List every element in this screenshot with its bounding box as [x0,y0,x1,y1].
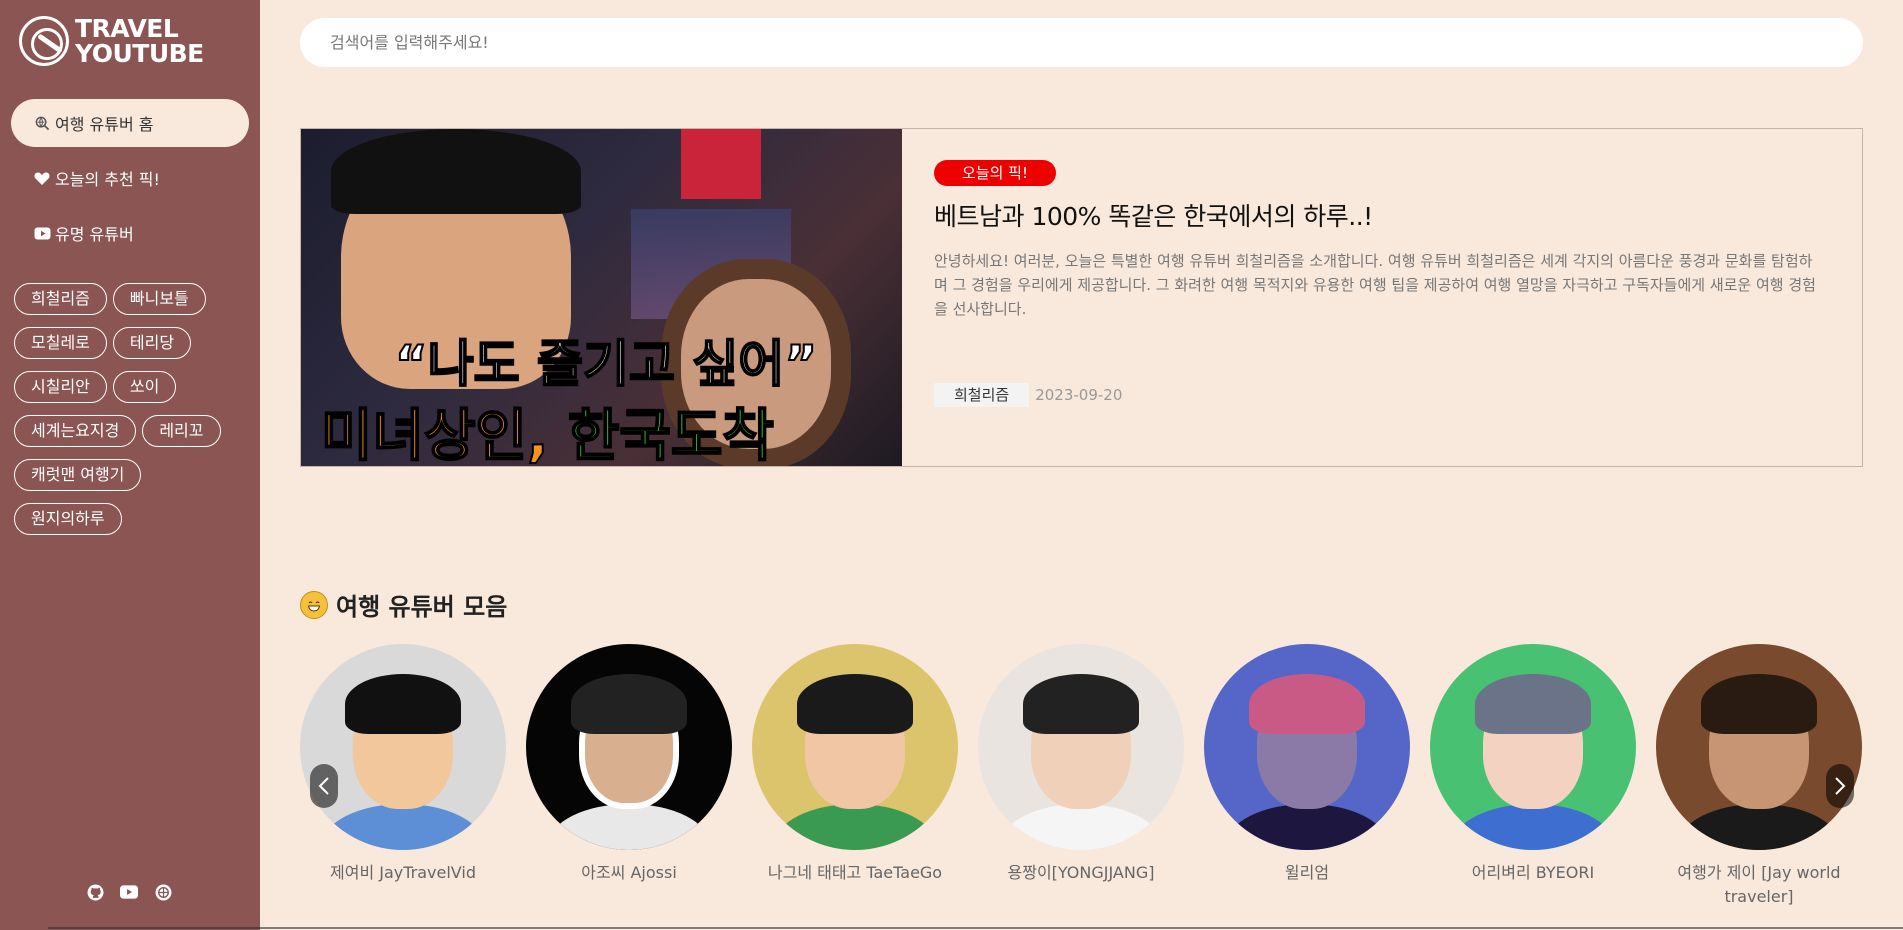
featured-meta: 희철리즘 2023-09-20 [934,383,1122,407]
github-icon[interactable] [86,883,104,901]
logo-line-2: YOUTUBE [75,39,204,68]
featured-video-card[interactable]: “나도 즐기고 싶어” 미녀상인, 한국도착 오늘의 픽! 베트남과 100% … [300,128,1863,467]
nav-item-label: 유명 유튜버 [55,225,134,244]
youtuber-card[interactable]: 윌리엄 [1204,644,1410,885]
youtuber-card[interactable]: 어리벼리 BYEORI [1430,644,1636,885]
tag-chip[interactable]: 희철리즘 [14,283,107,315]
channel-badge[interactable]: 희철리즘 [934,383,1030,407]
featured-thumbnail[interactable]: “나도 즐기고 싶어” 미녀상인, 한국도착 [301,129,902,466]
sidebar: TRAVEL YOUTUBE 여행 유튜버 홈 오늘의 추천 픽! 유명 유튜버… [0,0,260,930]
featured-description: 안녕하세요! 여러분, 오늘은 특별한 여행 유튜버 희철리즘을 소개합니다. … [934,252,1816,318]
avatar [526,644,732,850]
youtube-icon[interactable] [120,883,138,901]
thumb-caption-2a: 미녀상인, [320,403,568,466]
youtube-icon [33,227,51,240]
youtuber-card[interactable]: 나그네 태태고 TaeTaeGo [752,644,958,885]
nav-item-famous[interactable]: 유명 유튜버 [11,209,249,257]
avatar [1430,644,1636,850]
globe-icon[interactable] [154,883,172,901]
nav-item-today-pick[interactable]: 오늘의 추천 픽! [11,154,249,202]
tag-chip[interactable]: 원지의하루 [14,503,122,535]
youtuber-carousel: 제여비 JayTravelVid 아조씨 Ajossi 나그네 태태고 TaeT… [300,644,1863,924]
youtuber-card[interactable]: 아조씨 Ajossi [526,644,732,885]
thumb-caption-1: “나도 즐기고 싶어” [394,334,819,394]
youtuber-card[interactable]: 제여비 JayTravelVid [300,644,506,885]
tag-chip[interactable]: 레리꼬 [142,415,221,447]
avatar [752,644,958,850]
nav-item-label: 여행 유튜버 홈 [55,115,154,134]
thumb-caption-2: 미녀상인, 한국도착 [320,391,775,466]
avatar [300,644,506,850]
logo-line-1: TRAVEL [75,14,179,43]
tag-chip[interactable]: 캐럿맨 여행기 [14,459,142,491]
sidebar-nav: 여행 유튜버 홈 오늘의 추천 픽! 유명 유튜버 [11,99,249,264]
tag-chip[interactable]: 테리당 [112,327,192,359]
tag-chip[interactable]: 모칠레로 [14,327,107,359]
search-globe-icon [33,116,51,131]
bottom-divider [48,927,1903,929]
tag-chip[interactable]: 세계는요지경 [14,415,137,447]
youtuber-tag-list: 희철리즘 빠니보틀 모칠레로 테리당 시칠리안 쏘이 세계는요지경 레리꼬 캐럿… [14,283,254,535]
youtuber-name: 용짱이[YONGJJANG] [1007,863,1155,882]
youtuber-name: 나그네 태태고 TaeTaeGo [767,863,943,882]
heart-icon [33,171,51,186]
youtuber-name: 여행가 제이 [Jay world traveler] [1677,863,1841,906]
featured-title[interactable]: 베트남과 100% 똑같은 한국에서의 하루..! [934,197,1830,233]
section-title: 여행 유튜버 모음 [300,587,507,622]
nav-item-label: 오늘의 추천 픽! [55,170,160,189]
logo-text: TRAVEL YOUTUBE [75,16,204,66]
youtuber-name: 윌리엄 [1284,863,1330,882]
avatar [978,644,1184,850]
avatar [1656,644,1862,850]
logo[interactable]: TRAVEL YOUTUBE [19,16,204,66]
thumb-sign [681,129,761,199]
logo-icon [19,16,69,66]
tag-chip[interactable]: 빠니보틀 [112,283,206,315]
chevron-right-icon [1835,777,1846,795]
nav-item-home[interactable]: 여행 유튜버 홈 [11,99,249,147]
thumb-caption-2b: 한국도착 [567,403,775,466]
social-links [86,883,172,901]
section-title-text: 여행 유튜버 모음 [336,593,508,621]
carousel-prev-button[interactable] [310,764,338,808]
publish-date: 2023-09-20 [1035,386,1123,404]
youtuber-card[interactable]: 용짱이[YONGJJANG] [978,644,1184,885]
youtuber-name: 어리벼리 BYEORI [1471,863,1595,882]
search-input[interactable] [300,18,1863,67]
grinning-face-icon [300,590,328,619]
chevron-left-icon [318,777,329,795]
tag-chip[interactable]: 시칠리안 [14,371,107,403]
avatar [1204,644,1410,850]
featured-info: 오늘의 픽! 베트남과 100% 똑같은 한국에서의 하루..! 안녕하세요! … [902,129,1862,466]
youtuber-name: 아조씨 Ajossi [581,863,677,882]
tag-chip[interactable]: 쏘이 [112,371,177,403]
thumb-cap [331,129,581,214]
today-pick-badge: 오늘의 픽! [934,160,1056,186]
youtuber-name: 제여비 JayTravelVid [330,863,476,882]
carousel-next-button[interactable] [1826,764,1854,808]
